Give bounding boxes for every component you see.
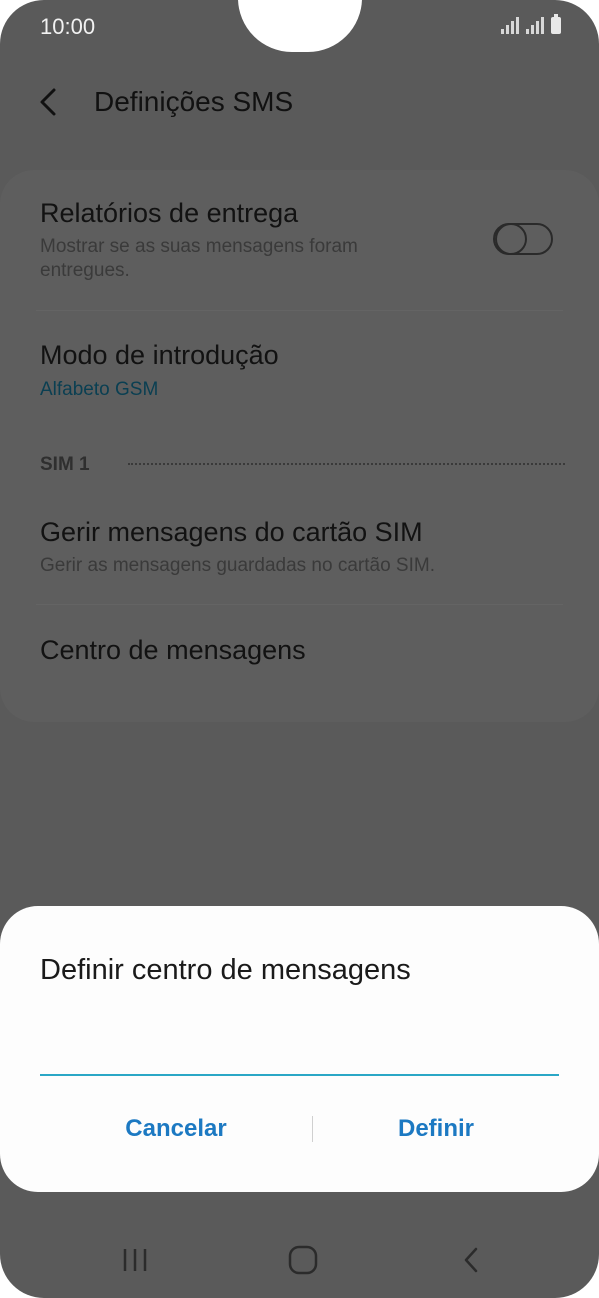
dialog-title: Definir centro de mensagens	[40, 954, 411, 986]
setting-title: Modo de introdução	[40, 340, 279, 370]
recents-button[interactable]	[107, 1232, 163, 1288]
status-icons	[501, 14, 561, 34]
battery-icon	[551, 14, 561, 34]
setting-delivery-reports[interactable]: Relatórios de entrega Mostrar se as suas…	[40, 198, 563, 283]
setting-message-center[interactable]: Centro de mensagens	[40, 635, 563, 666]
divider	[36, 310, 563, 311]
section-divider	[128, 463, 565, 465]
divider	[36, 604, 563, 605]
page-title: Definições SMS	[94, 86, 294, 117]
nav-back-button[interactable]	[443, 1232, 499, 1288]
camera-notch	[238, 0, 362, 52]
home-button[interactable]	[275, 1232, 331, 1288]
back-icon	[464, 1247, 478, 1273]
setting-manage-sim[interactable]: Gerir mensagens do cartão SIM Gerir as m…	[40, 517, 563, 578]
toggle-knob	[495, 222, 527, 255]
setting-subtitle: Mostrar se as suas mensagens foram entre…	[40, 236, 358, 281]
setting-title: Relatórios de entrega	[40, 198, 299, 228]
message-center-dialog: Definir centro de mensagens Cancelar Def…	[0, 906, 599, 1192]
message-center-input[interactable]	[40, 1036, 559, 1076]
setting-title: Gerir mensagens do cartão SIM	[40, 517, 423, 547]
recents-icon	[123, 1249, 147, 1271]
back-arrow-icon	[40, 88, 56, 116]
home-icon	[288, 1245, 318, 1275]
navigation-bar	[0, 1224, 599, 1298]
setting-value: Alfabeto GSM	[40, 379, 159, 400]
setting-subtitle: Gerir as mensagens guardadas no cartão S…	[40, 555, 435, 576]
delivery-reports-toggle[interactable]	[493, 222, 553, 255]
signal-icon-2	[526, 16, 544, 34]
setting-input-mode[interactable]: Modo de introdução Alfabeto GSM	[40, 340, 563, 401]
define-button[interactable]: Definir	[356, 1106, 516, 1152]
setting-title: Centro de mensagens	[40, 635, 306, 665]
back-button[interactable]	[28, 80, 72, 124]
button-separator	[312, 1116, 313, 1142]
section-header-sim: SIM 1	[40, 454, 90, 475]
phone-screen: 10:00 Definições SMS Relatórios de entre…	[0, 0, 599, 1298]
cancel-button[interactable]: Cancelar	[96, 1106, 256, 1152]
signal-icon	[501, 16, 519, 34]
status-time: 10:00	[40, 14, 96, 39]
